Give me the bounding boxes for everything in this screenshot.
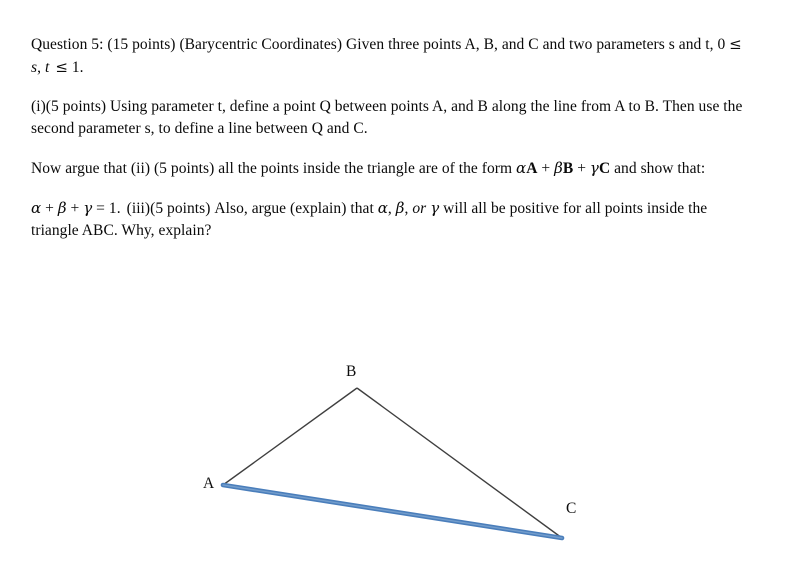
- comma-2: ,: [387, 200, 396, 217]
- vertex-label-B: B: [346, 363, 357, 380]
- less-equal-symbol-2: ≤: [55, 58, 68, 76]
- question-intro-tail: 1.: [67, 59, 84, 76]
- edge-BC-line: [356, 387, 563, 539]
- paragraph-question-intro: Question 5: (15 points) (Barycentric Coo…: [31, 33, 755, 79]
- alpha-symbol: α: [516, 159, 527, 177]
- gamma-symbol-2: γ: [430, 199, 440, 217]
- variable-t: t: [44, 59, 50, 76]
- or-keyword: or: [412, 200, 427, 217]
- beta-symbol-sum: β: [57, 199, 67, 217]
- question-intro-text: Question 5: (15 points) (Barycentric Coo…: [31, 36, 730, 53]
- gamma-symbol: γ: [589, 159, 599, 177]
- vector-B: B: [562, 160, 574, 177]
- part-i-text: (i)(5 points) Using parameter t, define …: [31, 98, 743, 137]
- comma-1: ,: [37, 59, 45, 76]
- plus-3: +: [41, 200, 58, 217]
- paragraph-part-iii: α + β + γ = 1. (iii)(5 points) Also, argu…: [31, 197, 755, 242]
- vertex-label-C: C: [566, 500, 577, 517]
- edge-AB-line: [222, 387, 358, 486]
- edge-AC-highlight-sheen: [222, 484, 563, 539]
- less-equal-symbol-1: ≤: [729, 35, 742, 53]
- plus-4: +: [66, 200, 84, 217]
- vector-A: A: [526, 160, 538, 177]
- part-ii-text: Now argue that (ii) (5 points) all the p…: [31, 160, 517, 177]
- plus-2: +: [573, 160, 590, 177]
- plus-1: +: [537, 160, 555, 177]
- equals-one: = 1.: [92, 200, 121, 217]
- question-text-block: Question 5: (15 points) (Barycentric Coo…: [31, 33, 755, 242]
- part-ii-tail: and show that:: [610, 160, 706, 177]
- alpha-symbol-sum: α: [31, 199, 42, 217]
- triangle-svg: [220, 387, 565, 541]
- gamma-symbol-sum: γ: [83, 199, 93, 217]
- beta-symbol: β: [554, 159, 563, 177]
- document-page: Question 5: (15 points) (Barycentric Coo…: [0, 0, 786, 577]
- beta-symbol-2: β: [395, 199, 405, 217]
- paragraph-part-i: (i)(5 points) Using parameter t, define …: [31, 96, 755, 140]
- triangle-figure: [0, 350, 786, 565]
- part-iii-text: (iii)(5 points) Also, argue (explain) th…: [126, 200, 378, 217]
- vector-C: C: [598, 160, 611, 177]
- vertex-label-A: A: [203, 475, 215, 492]
- alpha-symbol-2: α: [377, 199, 388, 217]
- paragraph-part-ii: Now argue that (ii) (5 points) all the p…: [31, 157, 755, 180]
